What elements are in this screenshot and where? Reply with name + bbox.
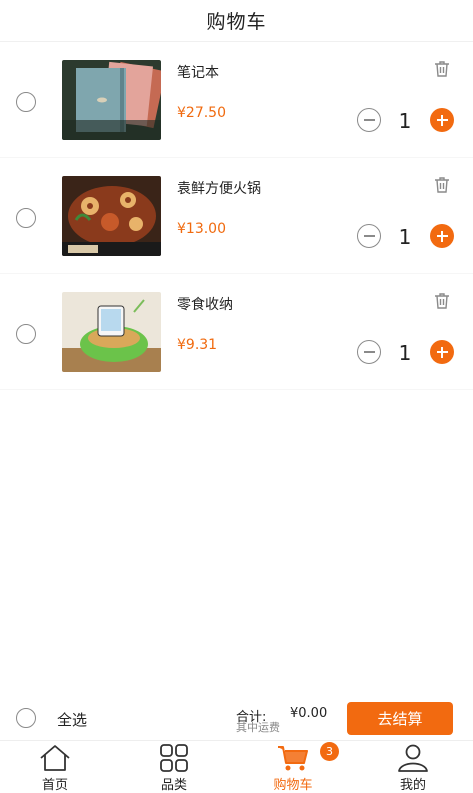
select-all-label[interactable]: 全选 xyxy=(57,709,87,730)
home-icon xyxy=(39,744,71,772)
checkout-button[interactable]: 去结算 xyxy=(347,702,453,735)
tab-label: 我的 xyxy=(399,778,426,793)
product-image-hotpot[interactable] xyxy=(62,176,161,256)
tab-label: 首页 xyxy=(41,778,68,793)
tab-label: 品类 xyxy=(160,778,187,793)
cart-item: 袁鲜方便火锅 ¥13.00 1 xyxy=(0,158,473,274)
quantity-decrease-button[interactable] xyxy=(357,340,381,364)
product-name[interactable]: 零食收纳 xyxy=(177,294,233,314)
quantity-value: 1 xyxy=(398,225,412,249)
quantity-increase-button[interactable] xyxy=(430,340,454,364)
category-grid-icon xyxy=(158,744,190,772)
product-image-notebook[interactable] xyxy=(62,60,161,140)
product-name[interactable]: 袁鲜方便火锅 xyxy=(177,178,261,198)
user-icon xyxy=(397,744,429,772)
tab-label: 购物车 xyxy=(273,778,313,793)
product-price: ¥13.00 xyxy=(177,221,226,237)
select-all-radio[interactable] xyxy=(16,708,36,728)
shipping-note: 其中运费 xyxy=(236,721,280,734)
bottom-tab-bar: 首页 品类 购物车 我的 xyxy=(0,740,473,793)
tab-category[interactable]: 品类 xyxy=(139,741,209,793)
product-price: ¥27.50 xyxy=(177,105,226,121)
cart-item-list: 笔记本 ¥27.50 1 袁鲜方便火锅 ¥13.00 1 零食收纳 ¥9.31 … xyxy=(0,42,473,390)
checkout-bar: 全选 合计: ¥0.00 其中运费 去结算 xyxy=(0,696,473,740)
tab-cart[interactable]: 购物车 xyxy=(258,741,328,793)
item-select-radio[interactable] xyxy=(16,92,36,112)
quantity-decrease-button[interactable] xyxy=(357,224,381,248)
cart-count-badge: 3 xyxy=(320,742,339,761)
quantity-increase-button[interactable] xyxy=(430,108,454,132)
product-name[interactable]: 笔记本 xyxy=(177,62,219,82)
cart-item: 笔记本 ¥27.50 1 xyxy=(0,42,473,158)
product-image-snack-organizer[interactable] xyxy=(62,292,161,372)
trash-icon[interactable] xyxy=(433,60,451,78)
cart-item: 零食收纳 ¥9.31 1 xyxy=(0,274,473,390)
item-select-radio[interactable] xyxy=(16,324,36,344)
tab-home[interactable]: 首页 xyxy=(20,741,90,793)
quantity-value: 1 xyxy=(398,341,412,365)
tab-profile[interactable]: 我的 xyxy=(378,741,448,793)
page-title: 购物车 xyxy=(206,11,267,33)
header-bar: 购物车 xyxy=(0,0,473,42)
total-value: ¥0.00 xyxy=(290,706,328,721)
quantity-decrease-button[interactable] xyxy=(357,108,381,132)
cart-icon xyxy=(277,744,309,772)
item-select-radio[interactable] xyxy=(16,208,36,228)
trash-icon[interactable] xyxy=(433,292,451,310)
quantity-increase-button[interactable] xyxy=(430,224,454,248)
trash-icon[interactable] xyxy=(433,176,451,194)
quantity-value: 1 xyxy=(398,109,412,133)
product-price: ¥9.31 xyxy=(177,337,218,353)
